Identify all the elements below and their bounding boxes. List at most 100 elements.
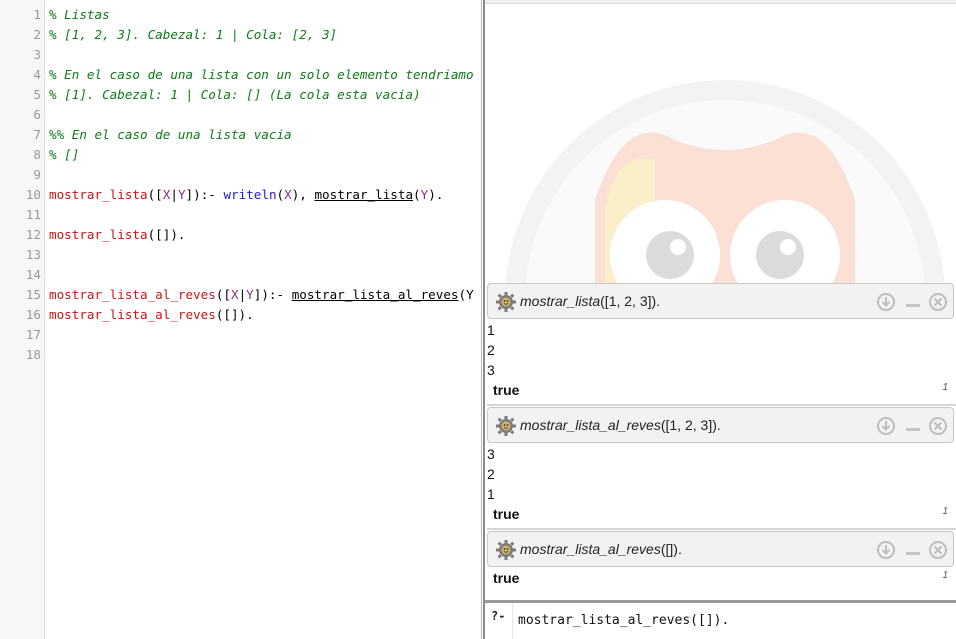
code-token: X bbox=[230, 287, 239, 302]
code-text[interactable]: % [1]. Cabezal: 1 | Cola: [] (La cola es… bbox=[49, 85, 421, 105]
download-icon[interactable] bbox=[876, 540, 896, 560]
output-line: 1 bbox=[487, 486, 495, 502]
code-text[interactable]: % [1, 2, 3]. Cabezal: 1 | Cola: [2, 3] bbox=[49, 25, 337, 45]
close-icon[interactable] bbox=[928, 540, 948, 560]
code-line[interactable]: 16 mostrar_lista_al_reves([]). bbox=[0, 305, 481, 325]
code-text[interactable]: %% En el caso de una lista vacia bbox=[49, 125, 292, 145]
close-icon[interactable] bbox=[928, 292, 948, 312]
code-line[interactable]: 5 % [1]. Cabezal: 1 | Cola: [] (La cola e… bbox=[0, 85, 481, 105]
solution-index: 1 bbox=[942, 570, 948, 581]
line-number: 8 bbox=[33, 147, 41, 162]
code-token: mostrar_lista_al_reves bbox=[291, 287, 459, 302]
line-number: 5 bbox=[33, 87, 41, 102]
code-line[interactable]: 3 bbox=[0, 45, 481, 65]
query-editor[interactable]: ?- bbox=[485, 600, 956, 639]
code-line[interactable]: 12 mostrar_lista([]). bbox=[0, 225, 481, 245]
source-editor[interactable]: 1 % Listas 2 % [1, 2, 3]. Cabezal: 1 | Cola… bbox=[0, 0, 482, 639]
code-token: ([ bbox=[215, 287, 231, 302]
line-number: 11 bbox=[25, 207, 41, 222]
query-predicate: mostrar_lista_al_reves bbox=[520, 417, 661, 433]
code-token: ]):- bbox=[185, 187, 224, 202]
code-line[interactable]: 7 %% En el caso de una lista vacia bbox=[0, 125, 481, 145]
query-predicate: mostrar_lista bbox=[520, 293, 601, 309]
download-icon[interactable] bbox=[876, 292, 896, 312]
line-number: 1 bbox=[33, 7, 41, 22]
runner-query-text: mostrar_lista_al_reves([1, 2, 3]). bbox=[520, 417, 721, 433]
code-token: mostrar_lista bbox=[314, 187, 414, 202]
code-line[interactable]: 13 bbox=[0, 245, 481, 265]
code-lines[interactable]: 1 % Listas 2 % [1, 2, 3]. Cabezal: 1 | Cola… bbox=[0, 5, 481, 365]
line-number: 12 bbox=[25, 227, 41, 242]
runner-divider bbox=[487, 404, 956, 406]
query-input[interactable] bbox=[518, 613, 948, 628]
line-number: 16 bbox=[25, 307, 41, 322]
runner-header: mostrar_lista([1, 2, 3]). bbox=[487, 283, 954, 319]
code-line[interactable]: 2 % [1, 2, 3]. Cabezal: 1 | Cola: [2, 3] bbox=[0, 25, 481, 45]
result-true: true bbox=[493, 382, 520, 398]
code-line[interactable]: 14 bbox=[0, 265, 481, 285]
close-icon[interactable] bbox=[928, 416, 948, 436]
line-number: 3 bbox=[33, 47, 41, 62]
runner-query-text: mostrar_lista_al_reves([]). bbox=[520, 541, 682, 557]
code-token: % [1]. Cabezal: 1 | Cola: [] (La cola es… bbox=[49, 87, 421, 102]
runner-header: mostrar_lista_al_reves([1, 2, 3]). bbox=[487, 407, 954, 443]
code-text[interactable]: % Listas bbox=[49, 5, 110, 25]
output-line: 3 bbox=[487, 362, 495, 378]
minimize-icon[interactable] bbox=[903, 540, 923, 560]
code-token: ( bbox=[276, 187, 285, 202]
query-runner-1: mostrar_lista([1, 2, 3]). 1 2 3 true 1 bbox=[487, 283, 956, 406]
line-number: 9 bbox=[33, 167, 41, 182]
line-number: 13 bbox=[25, 247, 41, 262]
code-line[interactable]: 10 mostrar_lista([X|Y]):- writeln(X), mos… bbox=[0, 185, 481, 205]
code-line[interactable]: 6 bbox=[0, 105, 481, 125]
code-line[interactable]: 18 bbox=[0, 345, 481, 365]
code-token: mostrar_lista_al_reves bbox=[49, 307, 216, 322]
output-line: 2 bbox=[487, 466, 495, 482]
query-arguments: ([1, 2, 3]). bbox=[660, 417, 721, 433]
line-number: 15 bbox=[25, 287, 41, 302]
gear-icon bbox=[496, 416, 516, 436]
result-true: true bbox=[493, 570, 520, 586]
solution-index: 1 bbox=[942, 506, 948, 517]
runner-divider bbox=[487, 528, 956, 530]
code-token: Y bbox=[177, 187, 186, 202]
code-line[interactable]: 11 bbox=[0, 205, 481, 225]
code-text[interactable]: mostrar_lista_al_reves([X|Y]):- mostrar_… bbox=[49, 285, 474, 305]
code-line[interactable]: 17 bbox=[0, 325, 481, 345]
line-number: 4 bbox=[33, 67, 41, 82]
query-prompt: ?- bbox=[491, 609, 506, 623]
download-icon[interactable] bbox=[876, 416, 896, 436]
code-token: % Listas bbox=[49, 7, 110, 22]
code-token: mostrar_lista bbox=[49, 187, 148, 202]
output-line: 1 bbox=[487, 322, 495, 338]
code-token: ]):- bbox=[253, 287, 292, 302]
query-runner-3: mostrar_lista_al_reves([]). true 1 bbox=[487, 531, 954, 594]
code-text[interactable]: mostrar_lista_al_reves([]). bbox=[49, 305, 254, 325]
code-text[interactable]: mostrar_lista([]). bbox=[49, 225, 186, 245]
code-token: ([]). bbox=[215, 307, 254, 322]
line-number: 18 bbox=[25, 347, 41, 362]
code-token: Y bbox=[246, 287, 254, 302]
line-number: 10 bbox=[25, 187, 41, 202]
code-token: mostrar_lista bbox=[49, 227, 148, 242]
code-text[interactable]: % [] bbox=[49, 145, 79, 165]
minimize-icon[interactable] bbox=[903, 416, 923, 436]
result-true: true bbox=[493, 506, 520, 522]
code-line[interactable]: 9 bbox=[0, 165, 481, 185]
line-number: 6 bbox=[33, 107, 41, 122]
code-token: ([]). bbox=[147, 227, 186, 242]
code-text[interactable]: mostrar_lista([X|Y]):- writeln(X), mostr… bbox=[49, 185, 443, 205]
solution-index: 1 bbox=[942, 382, 948, 393]
code-line[interactable]: 1 % Listas bbox=[0, 5, 481, 25]
code-text[interactable]: % En el caso de una lista con un solo el… bbox=[49, 65, 474, 85]
code-line[interactable]: 4 % En el caso de una lista con un solo e… bbox=[0, 65, 481, 85]
code-token: ), bbox=[291, 187, 315, 202]
code-line[interactable]: 8 % [] bbox=[0, 145, 481, 165]
query-runner-2: mostrar_lista_al_reves([1, 2, 3]). 3 2 1… bbox=[487, 407, 956, 530]
minimize-icon[interactable] bbox=[903, 292, 923, 312]
code-line[interactable]: 15 mostrar_lista_al_reves([X|Y]):- mostra… bbox=[0, 285, 481, 305]
query-predicate: mostrar_lista_al_reves bbox=[520, 541, 661, 557]
code-token: ( bbox=[413, 187, 421, 202]
line-number: 17 bbox=[25, 327, 41, 342]
code-token: %% En el caso de una lista vacia bbox=[49, 127, 292, 142]
